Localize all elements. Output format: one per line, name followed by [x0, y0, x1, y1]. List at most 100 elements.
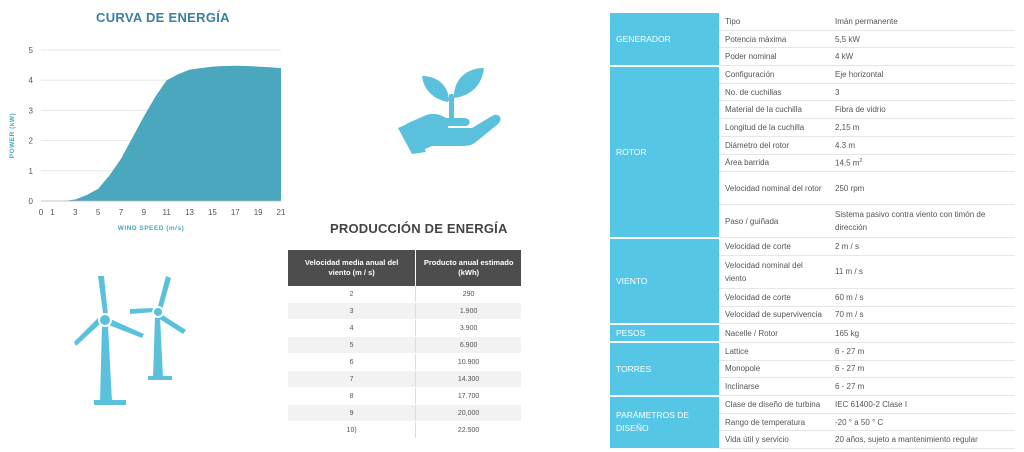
spec-label: Poder nominal [719, 47, 829, 67]
x-tick-label: 11 [163, 208, 172, 217]
table-cell: 5 [288, 336, 417, 354]
spec-value: Eje horizontal [829, 65, 1015, 84]
spec-label: Monopole [719, 360, 829, 379]
x-tick-label: 13 [185, 208, 194, 217]
spec-value-text: 14,5 m [835, 158, 860, 168]
plant-in-hand-icon [398, 68, 501, 154]
table-cell: 9 [288, 404, 417, 422]
spec-label: Diámetro del rotor [719, 136, 829, 155]
spec-label: Tipo [719, 13, 829, 31]
x-tick-label: 21 [277, 208, 286, 217]
spec-label: Rango de temperatura [719, 413, 829, 432]
table-row: GENERADOR Tipo Imán permanente [610, 13, 1015, 67]
group-viento: VIENTO [610, 237, 719, 325]
x-tick-label: 15 [208, 208, 217, 217]
spec-label: Velocidad de supervivencia [719, 306, 829, 325]
spec-label: Vida útil y servicio [719, 430, 829, 450]
table-row: 5 6.900 [288, 336, 521, 354]
chart-y-axis-label: POWER (kW) [9, 113, 16, 158]
x-tick-label: 9 [142, 208, 147, 217]
spec-label: Velocidad nominal del rotor [719, 171, 829, 206]
table-cell: 4 [288, 319, 417, 337]
spec-value: 4 kW [829, 47, 1015, 67]
x-tick-label: 17 [231, 208, 240, 217]
table-cell: 3.900 [415, 319, 521, 337]
x-tick-label: 19 [254, 208, 263, 217]
spec-value: 14,5 m2 [829, 154, 1015, 173]
table-cell: 10) [288, 421, 417, 439]
spec-value: 6 - 27 m [829, 342, 1015, 361]
spec-label: No. de cuchillas [719, 83, 829, 102]
production-header-wind-speed: Velocidad media anual del viento (m / s) [288, 250, 417, 286]
spec-label: Potencia máxima [719, 30, 829, 49]
x-tick-label: 7 [119, 208, 124, 217]
spec-value: 165 kg [829, 323, 1015, 343]
spec-value: 3 [829, 83, 1015, 102]
y-tick-label: 1 [29, 167, 34, 176]
spec-value: 2 m / s [829, 237, 1015, 256]
table-row: PESOS Nacelle / Rotor 165 kg [610, 323, 1015, 344]
spec-label: Paso / guiñada [719, 204, 829, 239]
table-cell: 6.900 [415, 336, 521, 354]
spec-value: Fibra de vidrio [829, 100, 1015, 120]
spec-value: 5,5 kW [829, 30, 1015, 49]
production-title: PRODUCCIÓN DE ENERGÍA [330, 221, 508, 236]
table-row: 7 14.300 [288, 370, 521, 388]
x-tick-label: 1 [50, 208, 55, 217]
table-row: 4 3.900 [288, 319, 521, 337]
table-row: 6 10.900 [288, 353, 521, 371]
table-cell: 3 [288, 302, 417, 320]
spec-label: Configuración [719, 65, 829, 84]
table-row: VIENTO Velocidad de corte 2 m / s [610, 237, 1015, 325]
spec-value: -20 ° a 50 ° C [829, 413, 1015, 432]
table-cell: 7 [288, 370, 417, 388]
y-tick-label: 5 [29, 46, 34, 55]
group-generador: GENERADOR [610, 13, 719, 67]
spec-value: 6 - 27 m [829, 360, 1015, 379]
energy-curve-chart: 0123450 1 3 5 7 9 11 13 15 17 19 21 WIND SPEED (m/s… [9, 46, 286, 232]
spec-value: 4.3 m [829, 136, 1015, 155]
y-tick-label: 0 [29, 197, 34, 206]
spec-value: Sistema pasivo contra viento con timón d… [829, 204, 1015, 239]
group-pesos: PESOS [610, 323, 719, 344]
spec-label: Área barrida [719, 154, 829, 173]
table-row: TORRES Lattice 6 - 27 m [610, 342, 1015, 397]
table-row: 9 20,000 [288, 404, 521, 422]
table-row: PARÁMETROS DE DISEÑO Clase de diseño de … [610, 395, 1015, 450]
spec-value: 250 rpm [829, 171, 1015, 206]
spec-label: Clase de diseño de turbina [719, 395, 829, 414]
spec-value: 2,15 m [829, 118, 1015, 137]
spec-value: Imán permanente [829, 13, 1015, 31]
table-cell: 6 [288, 353, 417, 371]
spec-value: 11 m / s [829, 255, 1015, 289]
spec-value: 20 años, sujeto a mantenimiento regular [829, 430, 1015, 450]
table-cell: 290 [415, 286, 521, 303]
spec-value: 6 - 27 m [829, 377, 1015, 396]
x-tick-label: 5 [96, 208, 101, 217]
superscript: 2 [859, 158, 863, 165]
y-tick-label: 2 [29, 137, 34, 146]
spec-value: IEC 61400-2 Clase I [829, 395, 1015, 414]
group-parametros-de-diseno: PARÁMETROS DE DISEÑO [610, 395, 719, 450]
production-table-header-row: Velocidad media anual del viento (m / s)… [288, 250, 521, 286]
spec-label: Velocidad de corte [719, 288, 829, 307]
production-table: Velocidad media anual del viento (m / s)… [288, 250, 521, 439]
table-row: 2 290 [288, 286, 521, 303]
spec-label: Longitud de la cuchilla [719, 118, 829, 137]
wind-turbines-icon [74, 276, 186, 405]
table-row: 8 17.700 [288, 387, 521, 405]
table-cell: 1.900 [415, 302, 521, 320]
table-cell: 2 [288, 286, 417, 303]
group-rotor: ROTOR [610, 65, 719, 239]
spec-label: Velocidad de corte [719, 237, 829, 256]
spec-label: Velocidad nominal del viento [719, 255, 829, 289]
chart-area-series [41, 65, 281, 201]
table-row: ROTOR Configuración Eje horizontal [610, 65, 1015, 239]
table-row: 3 1.900 [288, 302, 521, 320]
table-cell: 10.900 [415, 353, 521, 371]
spec-label: Nacelle / Rotor [719, 323, 829, 343]
x-tick-label: 3 [73, 208, 78, 217]
spec-value: 70 m / s [829, 306, 1015, 325]
specifications-table: GENERADOR Tipo Imán permanente Potencia … [610, 13, 1015, 450]
table-cell: 14.300 [415, 370, 521, 388]
